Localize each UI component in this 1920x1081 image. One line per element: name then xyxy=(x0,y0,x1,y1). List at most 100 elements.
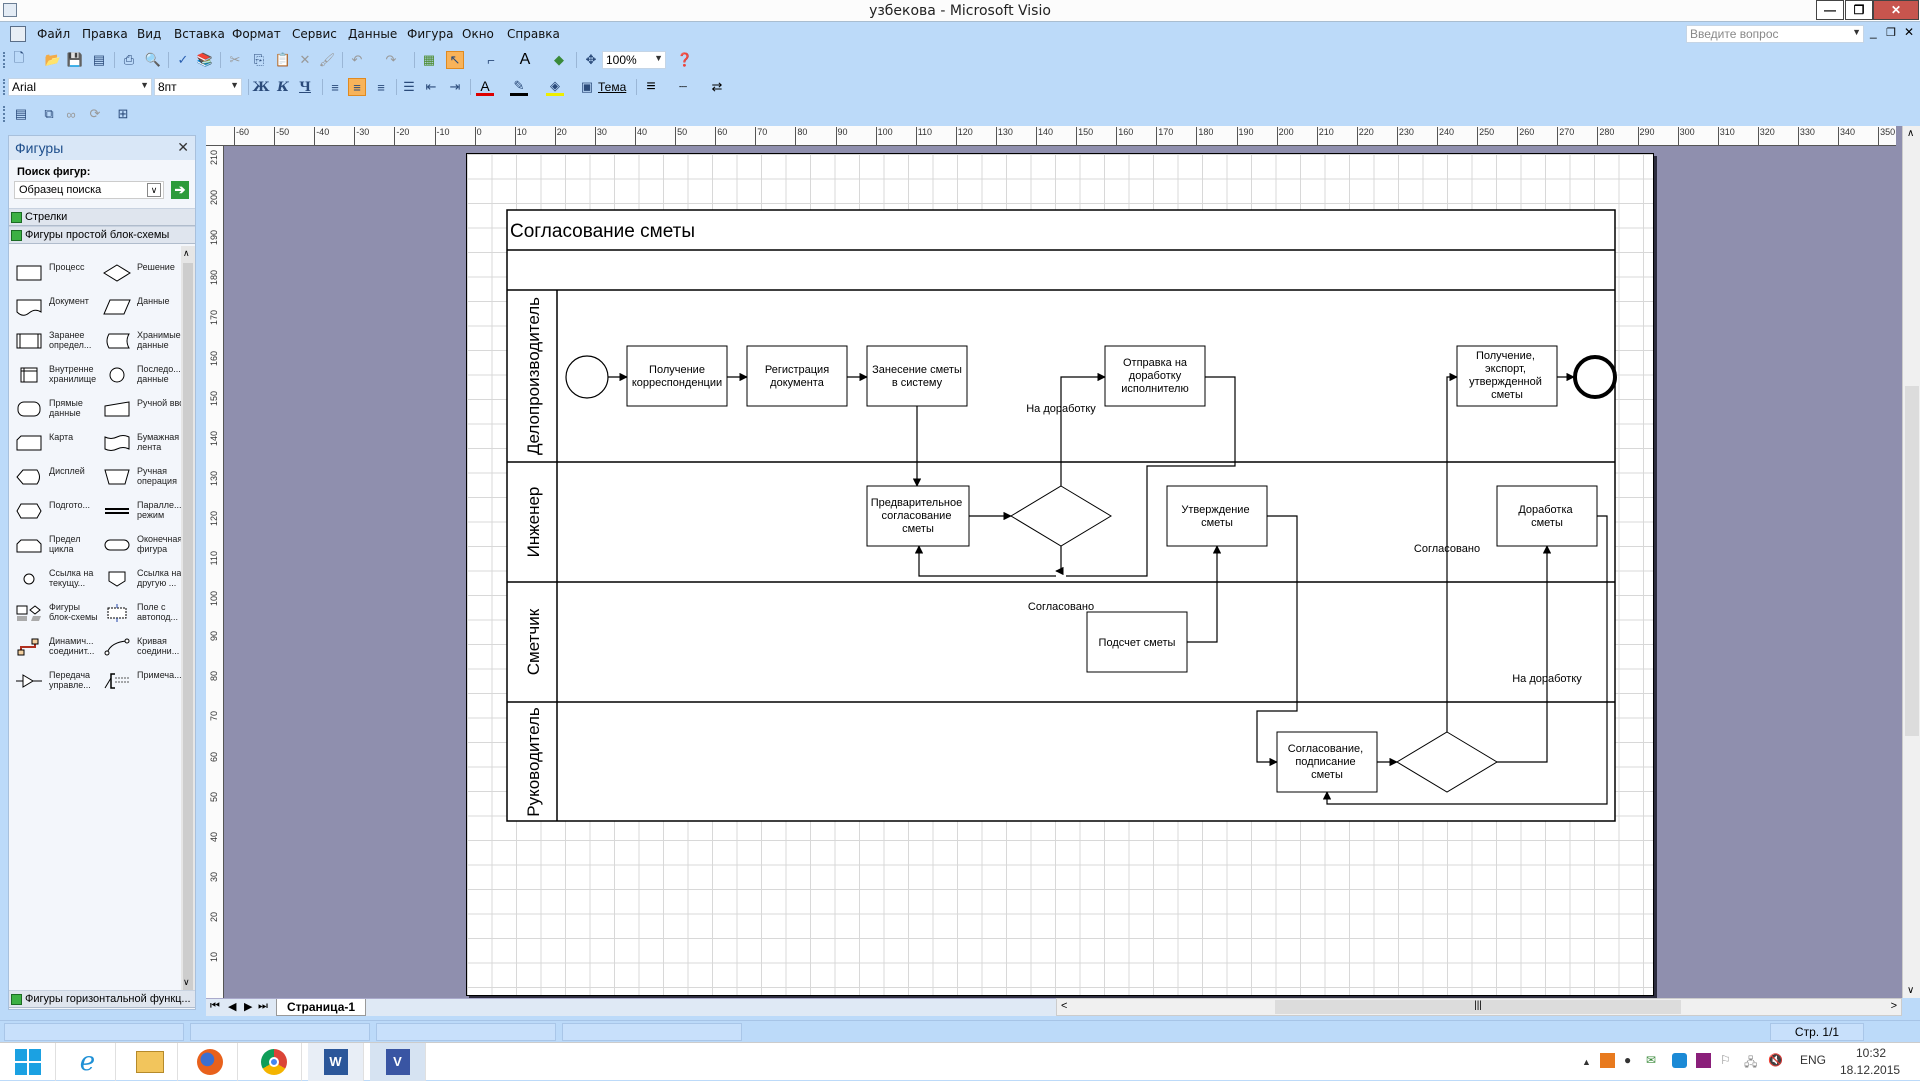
menu-shape[interactable]: Фигура xyxy=(407,27,454,41)
pan-zoom-icon[interactable]: ✥ xyxy=(582,51,600,69)
clock-time[interactable]: 10:32 xyxy=(1856,1046,1886,1060)
fill-shape-icon[interactable]: ◆ xyxy=(550,51,568,69)
shape-item-sequential-data[interactable]: Последо... данные xyxy=(101,360,189,390)
stencil-arrows[interactable]: Стрелки xyxy=(9,208,195,226)
first-page-icon[interactable]: ⏮ xyxy=(210,1000,220,1013)
spelling-icon[interactable]: ✓ xyxy=(174,51,192,69)
chevron-down-icon[interactable]: ∨ xyxy=(147,183,161,197)
menu-edit[interactable]: Правка xyxy=(82,27,128,41)
menu-view[interactable]: Вид xyxy=(137,27,161,41)
scroll-down-icon[interactable]: ∨ xyxy=(183,977,190,988)
process-enter[interactable] xyxy=(866,345,968,407)
shape-item-parallel-mode[interactable]: Паралле... режим xyxy=(101,496,189,526)
shape-search-input[interactable]: Образец поиска ∨ xyxy=(14,181,164,199)
underline-button[interactable]: Ч xyxy=(296,78,314,96)
permission-icon[interactable]: ▤ xyxy=(90,51,108,69)
shape-item-dynamic-connector[interactable]: Динамич... соединит... xyxy=(13,632,101,662)
zoom-select[interactable]: 100% ▼ xyxy=(602,51,666,69)
shape-item-manual-input[interactable]: Ручной ввод xyxy=(101,394,189,424)
scrollbar-thumb[interactable]: ||| xyxy=(1275,1000,1681,1014)
print-preview-icon[interactable]: 🔍 xyxy=(144,51,162,69)
taskbar-file-explorer[interactable] xyxy=(122,1043,178,1081)
bold-button[interactable]: Ж xyxy=(252,78,270,96)
scroll-right-icon[interactable]: > xyxy=(1891,1000,1897,1012)
next-page-icon[interactable]: ▶ xyxy=(244,1000,252,1013)
help-search-input[interactable]: Введите вопрос ▼ xyxy=(1686,25,1864,43)
print-icon[interactable]: ⎙ xyxy=(120,51,138,69)
shape-item-display[interactable]: Дисплей xyxy=(13,462,101,492)
menu-tools[interactable]: Сервис xyxy=(292,27,337,41)
tray-agent-icon[interactable]: ● xyxy=(1624,1053,1631,1067)
shape-item-on-page-reference[interactable]: Ссылка на текущу... xyxy=(13,564,101,594)
lane-label-clerk[interactable]: Делопроизводитель xyxy=(524,297,543,455)
drawing-page[interactable]: Согласование сметы Делопроизводитель Инж… xyxy=(466,153,1654,996)
align-center-icon[interactable]: ≡ xyxy=(348,78,366,96)
new-icon[interactable]: 🗋 xyxy=(10,50,28,69)
doc-close-icon[interactable]: ✕ xyxy=(1904,25,1914,39)
shape-item-auto-height-box[interactable]: Поле с автопод... xyxy=(101,598,189,628)
action-center-flag-icon[interactable]: ⚐ xyxy=(1720,1053,1731,1067)
menu-help[interactable]: Справка xyxy=(507,27,560,41)
help-icon[interactable]: ❓ xyxy=(676,51,694,69)
menu-window[interactable]: Окно xyxy=(462,27,494,41)
last-page-icon[interactable]: ⏭ xyxy=(258,1000,268,1013)
show-hidden-icons[interactable]: ▲ xyxy=(1582,1057,1591,1067)
align-right-icon[interactable]: ≡ xyxy=(372,78,390,96)
doc-restore-icon[interactable]: ❐ xyxy=(1886,26,1896,39)
align-left-icon[interactable]: ≡ xyxy=(326,78,344,96)
shape-item-paper-tape[interactable]: Бумажная лента xyxy=(101,428,189,458)
line-weight-icon[interactable]: ≡ xyxy=(642,78,660,96)
shape-item-process[interactable]: Процесс xyxy=(13,258,101,288)
delete-icon[interactable]: ✕ xyxy=(296,51,314,69)
font-size-select[interactable]: 8пт ▼ xyxy=(154,78,242,96)
undo-icon[interactable]: ↶ xyxy=(348,51,366,69)
menu-data[interactable]: Данные xyxy=(348,27,397,41)
bullets-icon[interactable]: ☰ xyxy=(400,78,418,96)
tab-page-1[interactable]: Страница-1 xyxy=(276,999,367,1016)
shape-item-internal-storage[interactable]: Внутренне хранилище xyxy=(13,360,101,390)
process-register[interactable] xyxy=(746,345,848,407)
minimize-button[interactable]: — xyxy=(1816,0,1844,20)
scroll-down-icon[interactable]: ∨ xyxy=(1907,985,1914,996)
tray-media-icon[interactable] xyxy=(1696,1053,1711,1068)
hyperlink-icon[interactable]: ∞ xyxy=(62,105,80,123)
text-tool-icon[interactable]: A xyxy=(516,51,534,69)
shape-item-card[interactable]: Карта xyxy=(13,428,101,458)
volume-muted-icon[interactable]: 🔇 xyxy=(1768,1053,1783,1067)
link-data-icon[interactable]: ⧉ xyxy=(40,105,58,123)
toolbar-grip[interactable] xyxy=(3,79,6,95)
shape-item-manual-operation[interactable]: Ручная операция xyxy=(101,462,189,492)
document-icon[interactable] xyxy=(10,26,26,42)
start-event[interactable] xyxy=(565,355,609,399)
prev-page-icon[interactable]: ◀ xyxy=(228,1000,236,1013)
shapes-scrollbar[interactable]: ∧ ∨ xyxy=(181,246,195,990)
shape-item-terminator[interactable]: Оконечная фигура xyxy=(101,530,189,560)
connector-tool-icon[interactable]: ⌐ xyxy=(482,51,500,69)
line-ends-icon[interactable]: ⇄ xyxy=(708,78,726,96)
network-icon[interactable]: 🖧 xyxy=(1744,1053,1757,1074)
insert-icon[interactable]: ⊞ xyxy=(114,105,132,123)
toolbar-grip[interactable] xyxy=(3,106,6,122)
theme-button[interactable]: Тема xyxy=(598,80,626,94)
stencil-basic-flowchart[interactable]: Фигуры простой блок-схемы xyxy=(9,226,195,244)
shapes-icon[interactable]: ▦ xyxy=(420,51,438,69)
shape-item-document[interactable]: Документ xyxy=(13,292,101,322)
horizontal-scrollbar[interactable]: < ||| > xyxy=(1056,998,1902,1016)
open-icon[interactable]: 📂 xyxy=(44,51,62,69)
process-approve[interactable] xyxy=(1166,485,1268,547)
shape-item-curved-connector[interactable]: Кривая соедини... xyxy=(101,632,189,662)
save-icon[interactable]: 💾 xyxy=(66,51,84,69)
shape-item-off-page-reference[interactable]: Ссылка на другую ... xyxy=(101,564,189,594)
font-select[interactable]: Arial ▼ xyxy=(8,78,152,96)
taskbar-chrome[interactable] xyxy=(246,1043,302,1081)
tray-update-icon[interactable]: ✉ xyxy=(1646,1053,1656,1067)
menu-format[interactable]: Формат xyxy=(232,27,281,41)
clock-date[interactable]: 18.12.2015 xyxy=(1840,1063,1900,1077)
shape-item-data[interactable]: Данные xyxy=(101,292,189,322)
restore-button[interactable]: ❐ xyxy=(1845,0,1873,20)
decrease-indent-icon[interactable]: ⇤ xyxy=(422,78,440,96)
toolbar-grip[interactable] xyxy=(3,52,6,68)
chevron-down-icon[interactable]: ▼ xyxy=(1852,27,1861,37)
scrollbar-thumb[interactable] xyxy=(1905,386,1919,736)
shape-item-preparation[interactable]: Подгото... xyxy=(13,496,101,526)
